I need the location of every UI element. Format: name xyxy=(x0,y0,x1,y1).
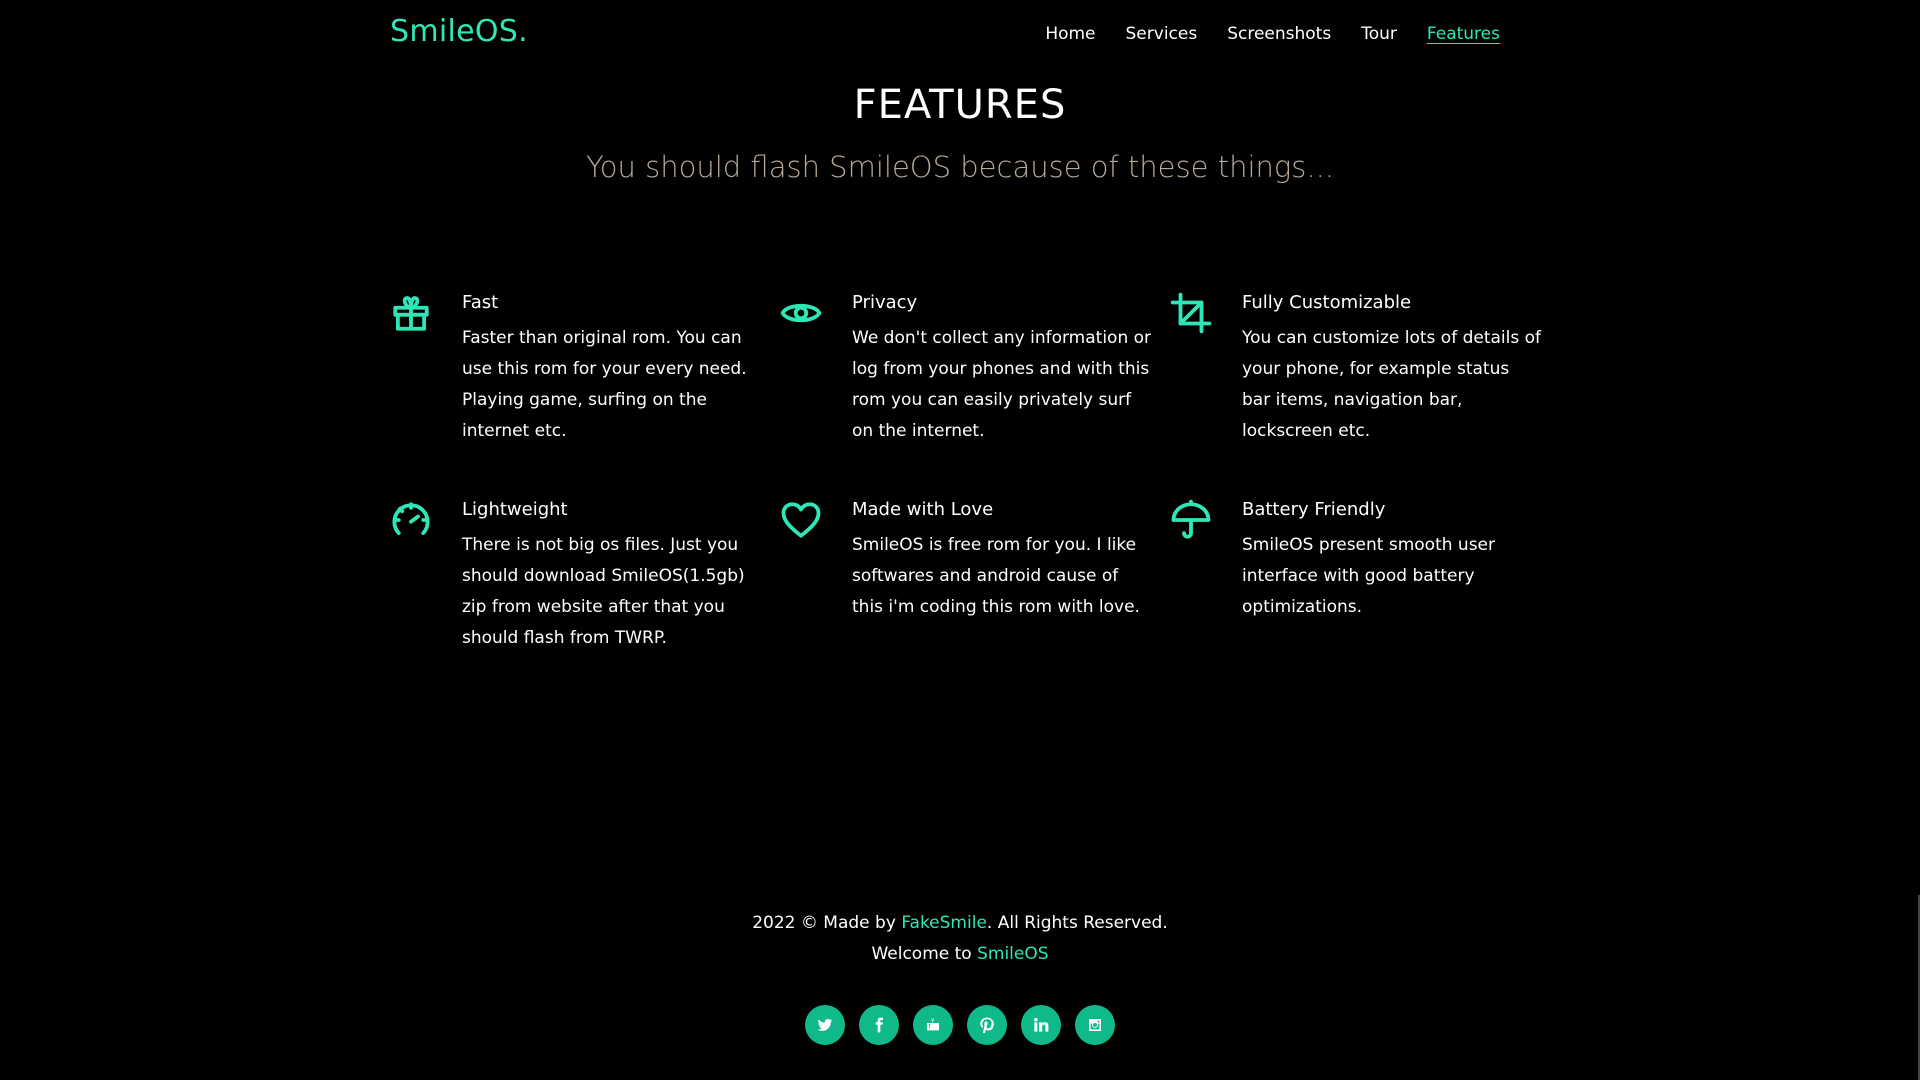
nav-home[interactable]: Home xyxy=(1045,24,1095,44)
feature-fast: Fast Faster than original rom. You can u… xyxy=(390,288,780,447)
heart-icon xyxy=(780,495,852,545)
feature-text: We don't collect any information or log … xyxy=(852,328,1152,441)
section-title: FEATURES xyxy=(853,82,1067,128)
feature-battery: Battery Friendly SmileOS present smooth … xyxy=(1170,495,1560,654)
feature-text: Faster than original rom. You can use th… xyxy=(462,328,747,441)
feature-lightweight: Lightweight There is not big os files. J… xyxy=(390,495,780,654)
instagram-icon xyxy=(1089,1019,1101,1031)
umbrella-icon xyxy=(1170,495,1242,545)
twitter-icon xyxy=(817,1019,833,1031)
youtube-icon xyxy=(927,1018,939,1031)
copyright-suffix: . All Rights Reserved. xyxy=(986,913,1168,933)
footer-welcome: Welcome to SmileOS xyxy=(0,944,1920,964)
nav-tour[interactable]: Tour xyxy=(1361,24,1397,44)
feature-text: There is not big os files. Just you shou… xyxy=(462,535,745,648)
feature-text: SmileOS is free rom for you. I like soft… xyxy=(852,535,1140,617)
author-link[interactable]: FakeSmile xyxy=(901,913,987,933)
feature-title: Fully Customizable xyxy=(1242,292,1412,313)
social-links xyxy=(0,1005,1920,1045)
feature-title: Battery Friendly xyxy=(1242,499,1386,520)
pinterest-icon xyxy=(980,1017,994,1033)
feature-title: Lightweight xyxy=(462,499,568,520)
eye-icon xyxy=(780,288,852,338)
feature-title: Made with Love xyxy=(852,499,994,520)
nav-services[interactable]: Services xyxy=(1126,24,1198,44)
feature-text: SmileOS present smooth user interface wi… xyxy=(1242,535,1495,617)
feature-text: You can customize lots of details of you… xyxy=(1242,328,1542,441)
main-nav: Home Services Screenshots Tour Features xyxy=(1045,24,1500,44)
speedometer-icon xyxy=(390,495,462,545)
linkedin-button[interactable] xyxy=(1021,1005,1061,1045)
welcome-link[interactable]: SmileOS xyxy=(977,944,1048,964)
gift-icon xyxy=(390,288,462,338)
page: SmileOS. Home Services Screenshots Tour … xyxy=(0,0,1920,1080)
features-grid: Fast Faster than original rom. You can u… xyxy=(390,288,1550,654)
nav-features[interactable]: Features xyxy=(1427,24,1500,44)
youtube-button[interactable] xyxy=(913,1005,953,1045)
facebook-icon xyxy=(875,1017,883,1033)
brand-logo[interactable]: SmileOS. xyxy=(390,14,528,49)
feature-privacy: Privacy We don't collect any information… xyxy=(780,288,1170,447)
feature-customizable: Fully Customizable You can customize lot… xyxy=(1170,288,1560,447)
pinterest-button[interactable] xyxy=(967,1005,1007,1045)
crop-icon xyxy=(1170,288,1242,338)
linkedin-icon xyxy=(1034,1018,1049,1032)
footer-copyright: 2022 © Made by FakeSmile. All Rights Res… xyxy=(0,913,1920,933)
feature-love: Made with Love SmileOS is free rom for y… xyxy=(780,495,1170,654)
facebook-button[interactable] xyxy=(859,1005,899,1045)
twitter-button[interactable] xyxy=(805,1005,845,1045)
copyright-prefix: 2022 © Made by xyxy=(752,913,902,933)
welcome-prefix: Welcome to xyxy=(871,944,978,964)
nav-screenshots[interactable]: Screenshots xyxy=(1227,24,1331,44)
feature-title: Privacy xyxy=(852,292,918,313)
feature-title: Fast xyxy=(462,292,499,313)
section-subtitle: You should flash SmileOS because of thes… xyxy=(585,150,1335,184)
instagram-button[interactable] xyxy=(1075,1005,1115,1045)
